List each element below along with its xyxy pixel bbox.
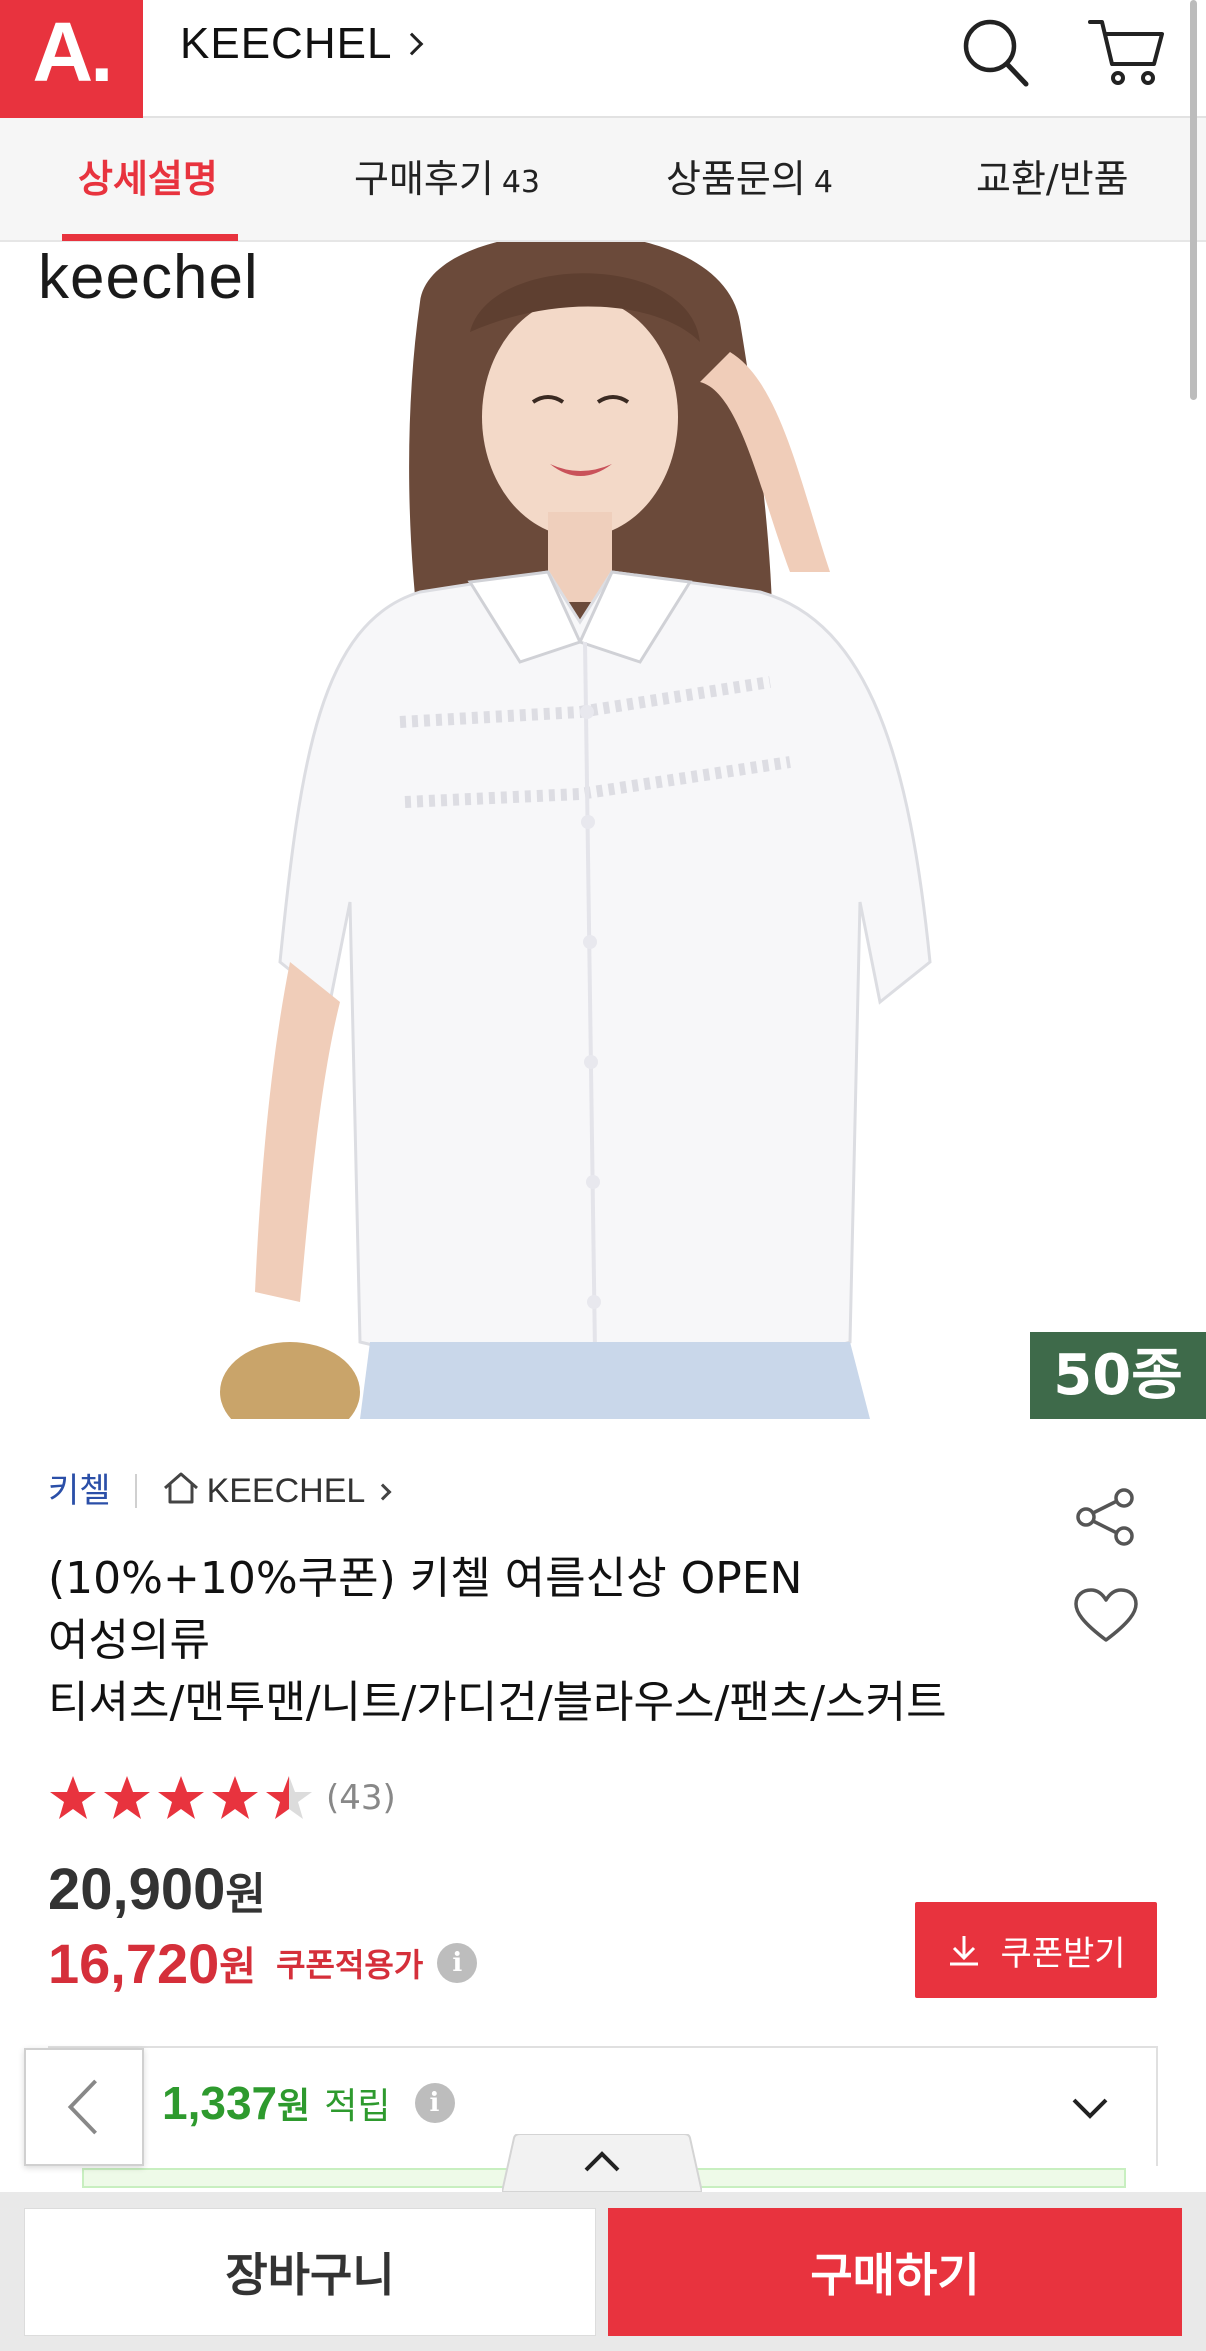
buy-now-button[interactable]: 구매하기 bbox=[608, 2208, 1182, 2336]
back-button[interactable] bbox=[24, 2048, 144, 2166]
star-icon bbox=[104, 1776, 150, 1819]
sale-price-value: 16,720 bbox=[48, 1931, 220, 1995]
product-image[interactable]: keechel 50종 bbox=[0, 242, 1206, 1419]
tab-reviews[interactable]: 구매후기 43 bbox=[354, 118, 540, 240]
rating-row[interactable]: (43) bbox=[48, 1770, 396, 1826]
get-coupon-button[interactable]: 쿠폰받기 bbox=[915, 1902, 1157, 1998]
tab-label: 구매후기 bbox=[354, 157, 494, 201]
tab-label: 상세설명 bbox=[78, 157, 218, 201]
info-icon[interactable]: i bbox=[437, 1943, 478, 1983]
price-unit: 원 bbox=[225, 1869, 266, 1920]
tab-exchange-return[interactable]: 교환/반품 bbox=[976, 118, 1129, 240]
tab-inquiries[interactable]: 상품문의 4 bbox=[666, 118, 833, 240]
title-line: 티셔츠/맨투맨/니트/가디건/블라우스/팬츠/스커트 bbox=[48, 1677, 947, 1728]
original-price: 20,900원 bbox=[48, 1856, 266, 1926]
model-photo bbox=[0, 242, 1206, 1419]
tab-count: 4 bbox=[813, 165, 833, 200]
points-label: 적립 bbox=[324, 2086, 391, 2127]
points-unit: 원 bbox=[277, 2086, 311, 2127]
product-title: (10%+10%쿠폰) 키첼 여름신상 OPEN 여성의류 티셔츠/맨투맨/니트… bbox=[48, 1548, 1048, 1734]
coupon-button-label: 쿠폰받기 bbox=[1000, 1933, 1126, 1974]
product-tabs: 상세설명 구매후기 43 상품문의 4 교환/반품 bbox=[0, 118, 1206, 242]
scrollbar[interactable] bbox=[1190, 0, 1197, 400]
brand-shop-link[interactable]: KEECHEL bbox=[206, 1472, 392, 1510]
store-name: KEECHEL bbox=[180, 19, 393, 68]
cart-icon[interactable] bbox=[1082, 8, 1172, 98]
download-icon bbox=[950, 1936, 979, 1966]
store-link[interactable]: KEECHEL bbox=[180, 14, 424, 74]
chevron-right-icon bbox=[401, 32, 424, 56]
points-info: 1,337 원 적립 i bbox=[162, 2076, 455, 2130]
chevron-left-icon bbox=[67, 2079, 97, 2135]
info-icon[interactable]: i bbox=[414, 2083, 455, 2123]
title-line: (10%+10%쿠폰) 키첼 여름신상 OPEN bbox=[48, 1553, 803, 1604]
title-line: 여성의류 bbox=[48, 1615, 210, 1666]
bottom-action-bar: 장바구니 구매하기 bbox=[0, 2192, 1206, 2351]
top-header: A. KEECHEL bbox=[0, 0, 1206, 118]
divider bbox=[134, 1474, 137, 1508]
home-icon bbox=[163, 1472, 198, 1504]
seller-name[interactable]: 키첼 bbox=[48, 1471, 111, 1511]
heart-icon[interactable] bbox=[1072, 1586, 1140, 1646]
chevron-down-icon[interactable] bbox=[1060, 2078, 1120, 2138]
chevron-right-icon bbox=[374, 1483, 392, 1501]
sale-price-label: 쿠폰적용가 bbox=[276, 1946, 424, 1984]
star-icon bbox=[50, 1776, 96, 1819]
tab-count: 43 bbox=[501, 165, 541, 200]
brand-watermark: keechel bbox=[38, 243, 259, 312]
price-value: 20,900 bbox=[48, 1857, 226, 1922]
review-count: (43) bbox=[326, 1778, 396, 1818]
star-icon bbox=[212, 1776, 258, 1819]
active-tab-indicator bbox=[62, 234, 238, 241]
half-star-icon bbox=[266, 1776, 312, 1819]
points-amount: 1,337 bbox=[162, 2077, 278, 2129]
star-icon bbox=[158, 1776, 204, 1819]
coupon-price: 16,720 원 쿠폰적용가 i bbox=[48, 1926, 478, 2000]
expand-up-handle[interactable] bbox=[502, 2134, 702, 2192]
variant-count-badge: 50종 bbox=[1030, 1332, 1206, 1419]
tab-label: 교환/반품 bbox=[976, 157, 1129, 201]
tab-label: 상품문의 bbox=[666, 157, 806, 201]
add-to-cart-button[interactable]: 장바구니 bbox=[24, 2208, 596, 2336]
tab-detail[interactable]: 상세설명 bbox=[78, 118, 218, 240]
app-logo[interactable]: A. bbox=[0, 0, 143, 118]
share-icon[interactable] bbox=[1072, 1486, 1140, 1548]
brand-name: KEECHEL bbox=[206, 1472, 366, 1510]
seller-row: 키첼 KEECHEL bbox=[48, 1466, 392, 1516]
search-icon[interactable] bbox=[950, 8, 1040, 98]
sale-price-unit: 원 bbox=[219, 1944, 257, 1990]
